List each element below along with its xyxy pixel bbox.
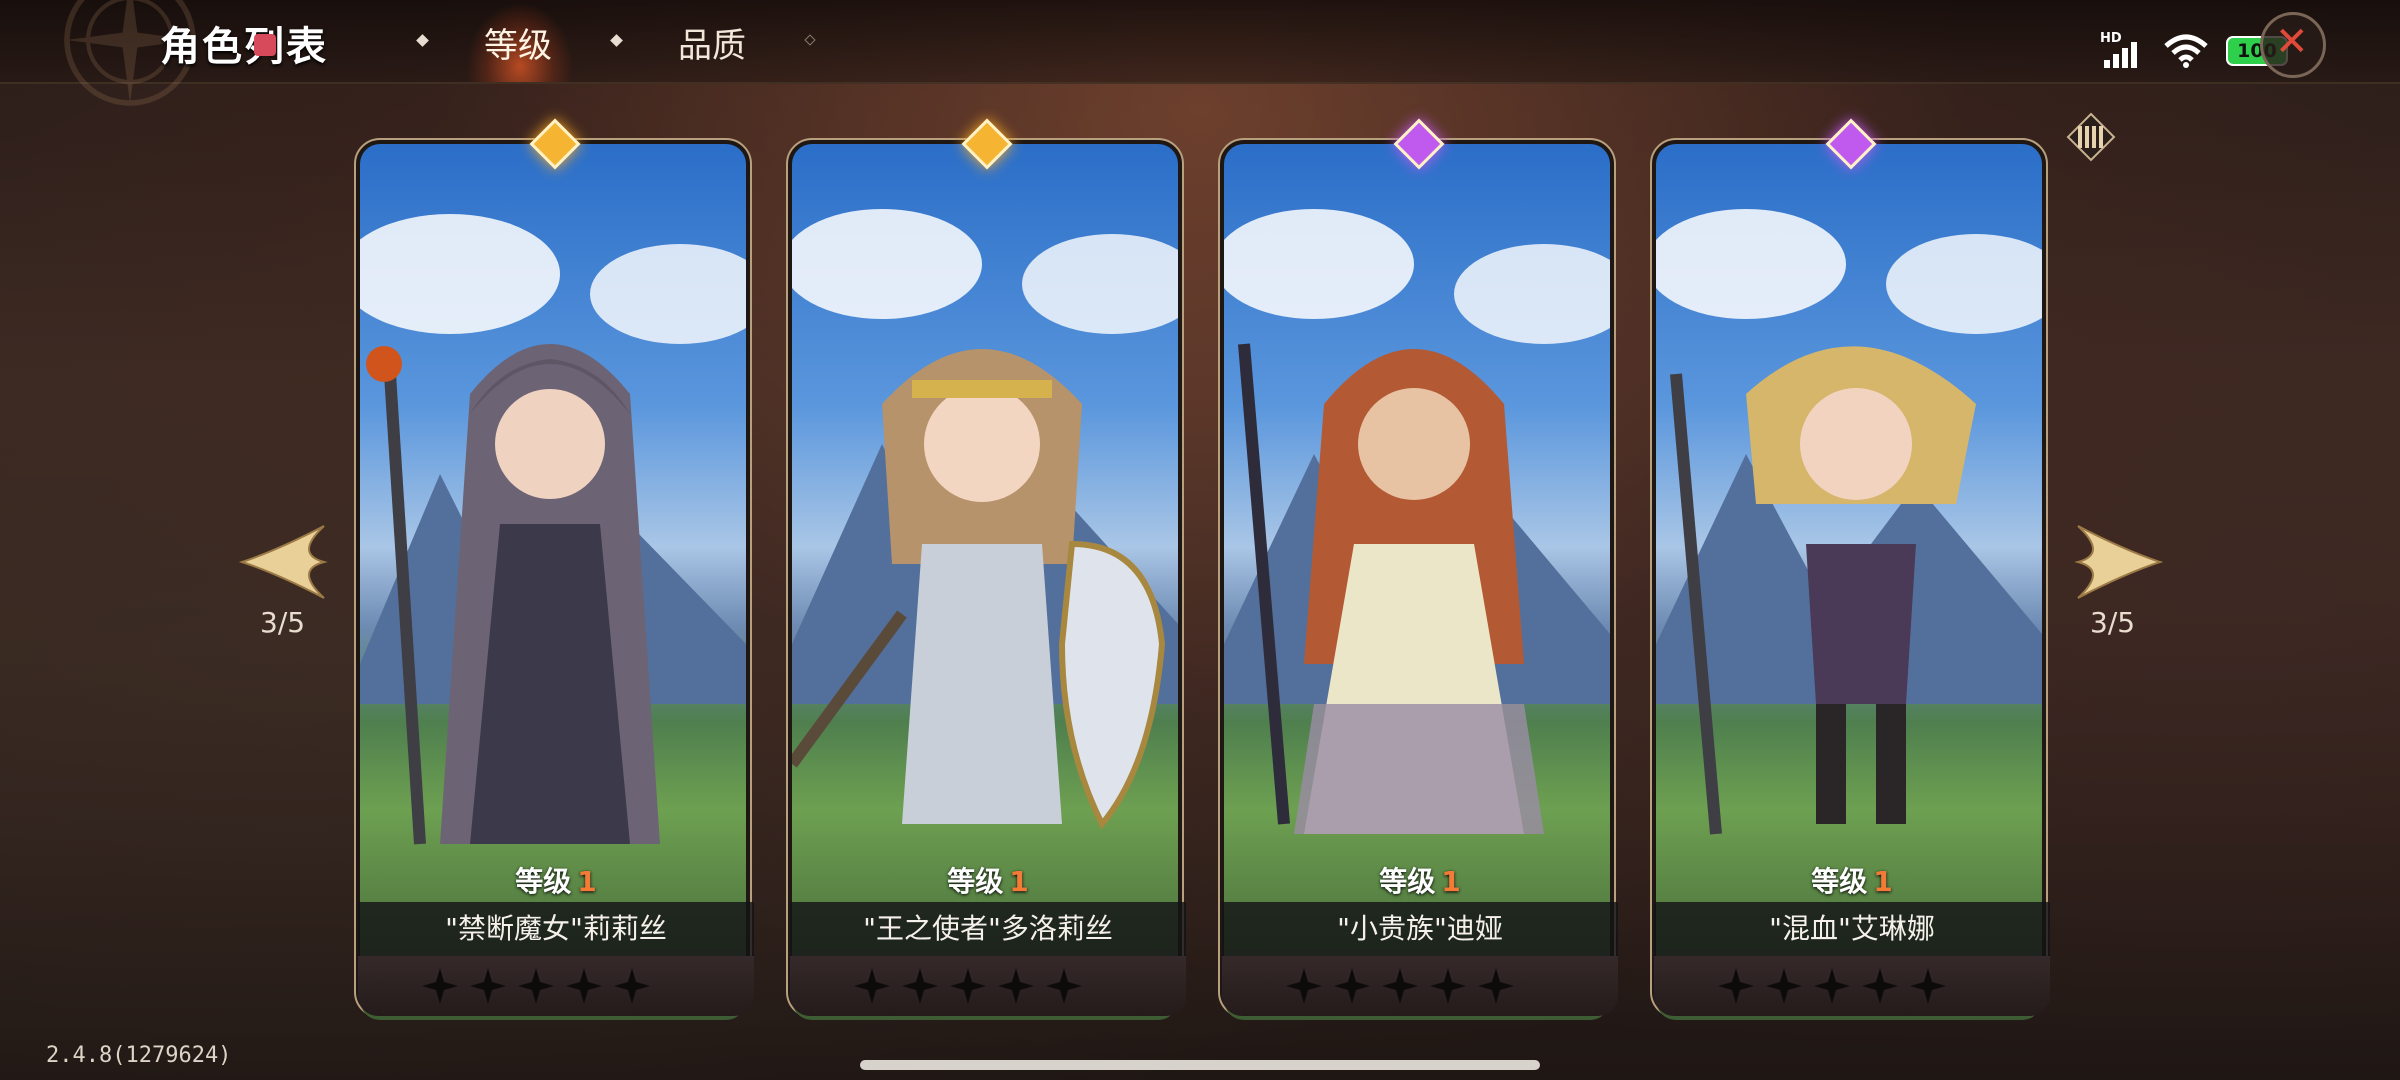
star-icon [1478, 968, 1514, 1004]
page-title: 角色列表 [160, 24, 328, 70]
star-icon [998, 968, 1034, 1004]
tab-separator [610, 34, 623, 47]
character-card-dia[interactable]: 等级 1 "小贵族"迪娅 [1218, 118, 1622, 1026]
grid-view-icon[interactable] [2066, 112, 2116, 162]
character-name: "小贵族"迪娅 [1222, 902, 1618, 956]
star-icon [1046, 968, 1082, 1004]
star-rating [1222, 956, 1618, 1016]
character-card-dolores[interactable]: 等级 1 "王之使者"多洛莉丝 [786, 118, 1190, 1026]
level-label: 等级 [1379, 865, 1436, 898]
star-rating [358, 956, 754, 1016]
home-indicator[interactable] [860, 1060, 1540, 1070]
prev-page-arrow-icon[interactable] [238, 520, 328, 604]
star-icon [422, 968, 458, 1004]
star-icon [566, 968, 602, 1004]
star-icon [518, 968, 554, 1004]
level-label: 等级 [947, 865, 1004, 898]
page-indicator-left: 3/5 [260, 606, 306, 639]
tab-separator [804, 34, 816, 46]
star-icon [1718, 968, 1754, 1004]
star-rating [1654, 956, 2050, 1016]
star-icon [1430, 968, 1466, 1004]
star-icon [950, 968, 986, 1004]
star-icon [1910, 968, 1946, 1004]
star-icon [1766, 968, 1802, 1004]
card-level: 等级 1 [354, 860, 758, 900]
character-name: "王之使者"多洛莉丝 [790, 902, 1186, 956]
character-name: "禁断魔女"莉莉丝 [358, 902, 754, 956]
level-value: 1 [1873, 865, 1893, 898]
character-illustration [792, 209, 1178, 830]
level-value: 1 [1441, 865, 1461, 898]
star-icon [1334, 968, 1370, 1004]
level-label: 等级 [515, 865, 572, 898]
cellular-signal-icon [2104, 42, 2137, 68]
close-icon: ✕ [2275, 19, 2309, 65]
card-level: 等级 1 [1650, 860, 2054, 900]
star-icon [614, 968, 650, 1004]
star-icon [902, 968, 938, 1004]
top-bar: 角色列表 等级 品质 HD 100 ✕ [0, 0, 2400, 106]
character-illustration [360, 214, 746, 845]
page-indicator-right: 3/5 [2090, 606, 2136, 639]
level-value: 1 [1009, 865, 1029, 898]
star-icon [470, 968, 506, 1004]
level-label: 等级 [1811, 865, 1868, 898]
star-rating [790, 956, 1186, 1016]
character-card-elena[interactable]: 等级 1 "混血"艾琳娜 [1650, 118, 2054, 1026]
character-illustration [1224, 209, 1610, 834]
star-icon [1382, 968, 1418, 1004]
character-name: "混血"艾琳娜 [1654, 902, 2050, 956]
notification-badge [254, 34, 276, 56]
character-card-lilith[interactable]: 等级 1 "禁断魔女"莉莉丝 [354, 118, 758, 1026]
card-level: 等级 1 [1218, 860, 1622, 900]
tab-quality[interactable]: 品质 [678, 18, 746, 67]
star-icon [1862, 968, 1898, 1004]
close-button[interactable]: ✕ [2260, 12, 2326, 78]
level-value: 1 [577, 865, 597, 898]
tab-separator [416, 34, 429, 47]
next-page-arrow-icon[interactable] [2074, 520, 2164, 604]
character-illustration [1656, 209, 2042, 835]
version-label: 2.4.8(1279624) [46, 1043, 232, 1068]
star-icon [1814, 968, 1850, 1004]
tab-level[interactable]: 等级 [484, 18, 552, 67]
card-level: 等级 1 [786, 860, 1190, 900]
star-icon [1286, 968, 1322, 1004]
star-icon [854, 968, 890, 1004]
wifi-icon [2164, 34, 2208, 68]
